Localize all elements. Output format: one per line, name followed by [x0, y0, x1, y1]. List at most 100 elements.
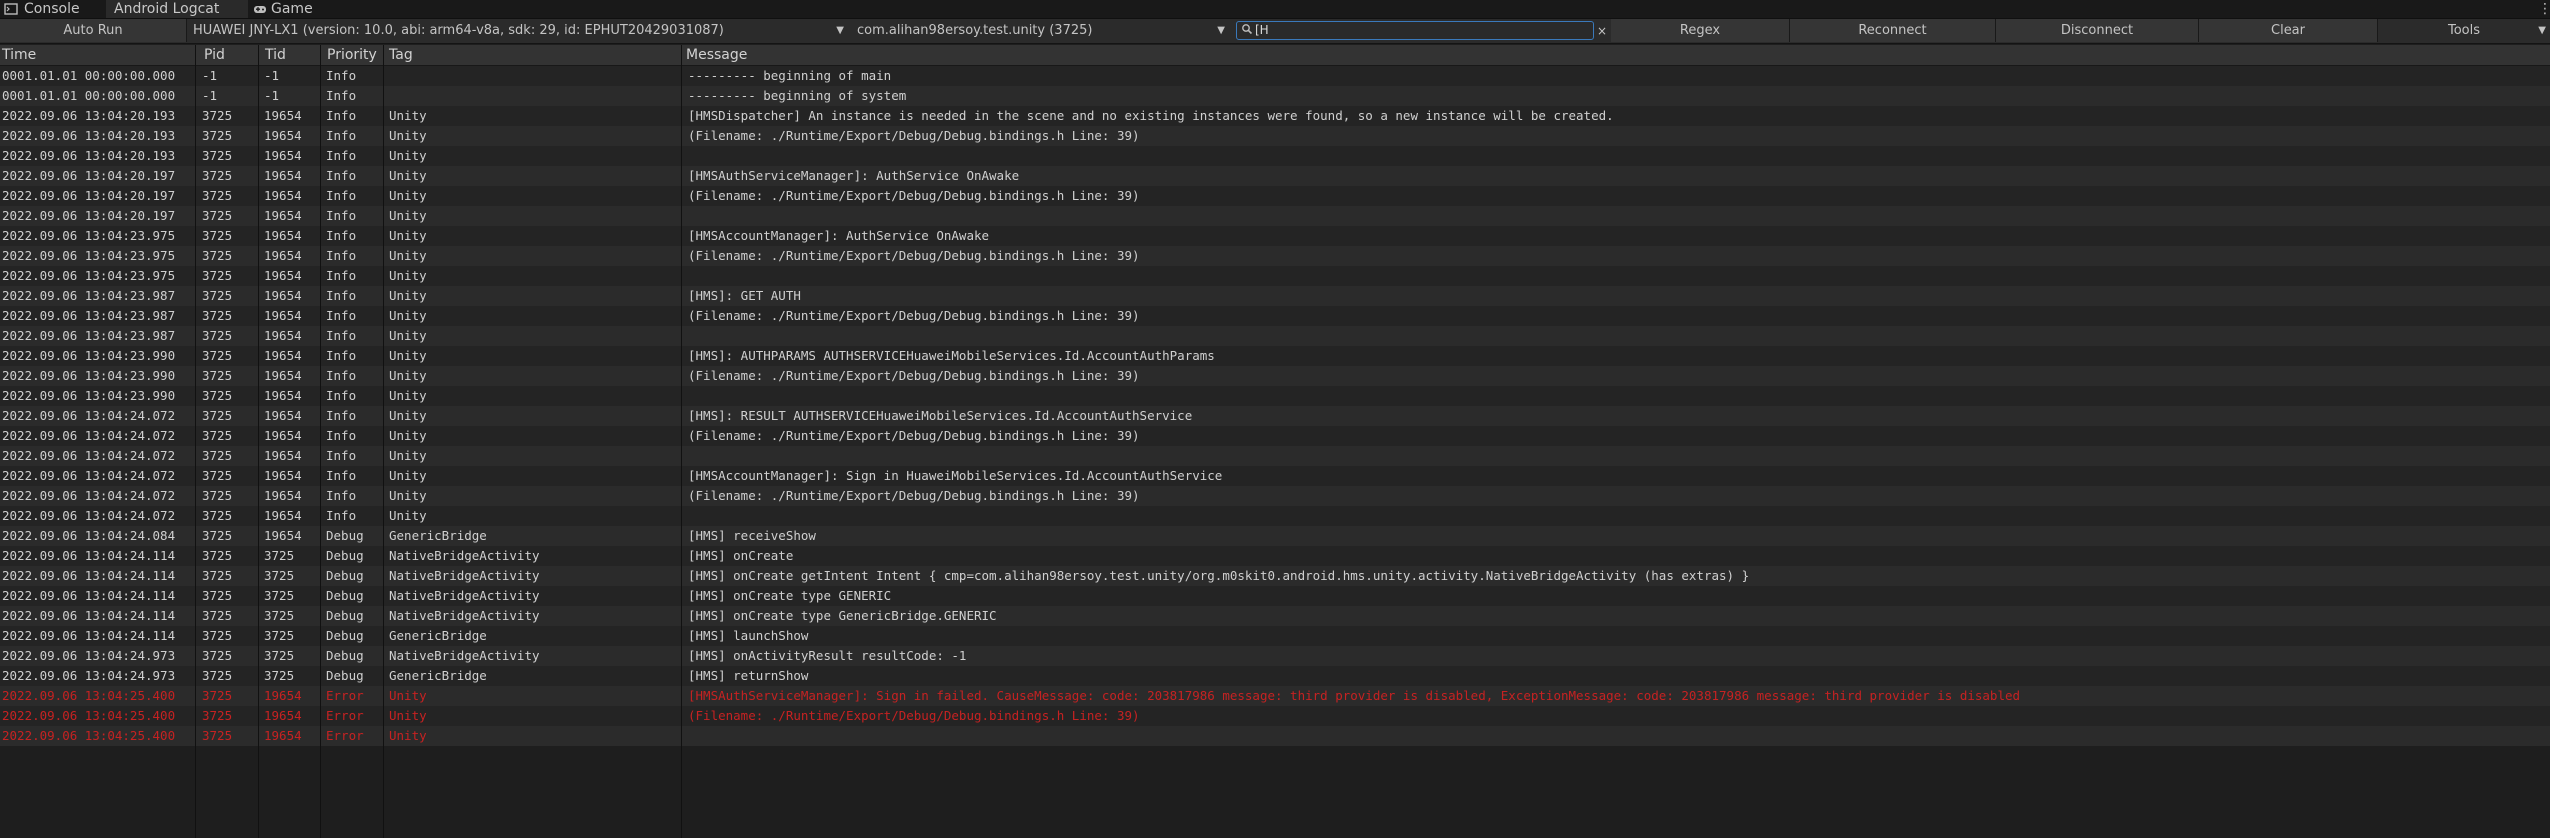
- log-cell-message: [HMS] launchShow: [688, 628, 809, 643]
- log-cell-tag: Unity: [389, 168, 427, 183]
- close-icon[interactable]: ×: [1594, 19, 1610, 43]
- log-cell-message: [HMS] onCreate: [688, 548, 794, 563]
- log-cell-tid: 19654: [264, 108, 302, 123]
- log-cell-time: 2022.09.06 13:04:20.197: [2, 188, 176, 203]
- console-icon: [4, 3, 18, 15]
- log-cell-tid: 19654: [264, 708, 302, 723]
- reconnect-button[interactable]: Reconnect: [1790, 19, 1996, 42]
- log-cell-time: 2022.09.06 13:04:24.072: [2, 488, 176, 503]
- log-cell-tid: 19654: [264, 688, 302, 703]
- column-header-tag[interactable]: Tag: [387, 45, 413, 65]
- column-header-pid[interactable]: Pid: [202, 45, 225, 65]
- log-cell-time: 2022.09.06 13:04:23.990: [2, 368, 176, 383]
- log-cell-pid: 3725: [202, 128, 233, 143]
- tab-game[interactable]: Game: [249, 0, 339, 18]
- log-cell-priority: Info: [326, 188, 357, 203]
- log-cell-tag: Unity: [389, 148, 427, 163]
- log-cell-time: 2022.09.06 13:04:23.990: [2, 388, 176, 403]
- log-cell-priority: Info: [326, 308, 357, 323]
- column-divider[interactable]: [258, 45, 259, 838]
- log-cell-pid: 3725: [202, 288, 233, 303]
- log-cell-tid: 3725: [264, 588, 295, 603]
- log-cell-tag: NativeBridgeActivity: [389, 568, 540, 583]
- log-cell-time: 2022.09.06 13:04:24.072: [2, 408, 176, 423]
- log-cell-tid: 3725: [264, 668, 295, 683]
- log-cell-tid: 19654: [264, 428, 302, 443]
- log-cell-tag: Unity: [389, 728, 427, 743]
- log-cell-priority: Info: [326, 128, 357, 143]
- auto-run-button[interactable]: Auto Run: [0, 19, 187, 42]
- log-cell-tid: 19654: [264, 408, 302, 423]
- log-cell-tag: Unity: [389, 248, 427, 263]
- log-cell-message: --------- beginning of main: [688, 68, 892, 83]
- log-cell-time: 2022.09.06 13:04:24.973: [2, 668, 176, 683]
- log-cell-pid: 3725: [202, 528, 233, 543]
- log-cell-pid: 3725: [202, 208, 233, 223]
- log-cell-time: 2022.09.06 13:04:24.114: [2, 568, 176, 583]
- log-cell-pid: 3725: [202, 168, 233, 183]
- log-cell-tid: 19654: [264, 148, 302, 163]
- column-divider[interactable]: [195, 45, 196, 838]
- column-divider[interactable]: [383, 45, 384, 838]
- column-header-priority[interactable]: Priority: [325, 45, 377, 65]
- log-cell-tid: 19654: [264, 308, 302, 323]
- disconnect-button[interactable]: Disconnect: [1996, 19, 2199, 42]
- log-cell-tid: 3725: [264, 548, 295, 563]
- log-cell-pid: 3725: [202, 448, 233, 463]
- tab-android-logcat[interactable]: Android Logcat: [106, 0, 248, 18]
- log-cell-time: 2022.09.06 13:04:25.400: [2, 688, 176, 703]
- log-cell-time: 2022.09.06 13:04:20.197: [2, 168, 176, 183]
- log-cell-time: 2022.09.06 13:04:24.072: [2, 448, 176, 463]
- log-cell-pid: 3725: [202, 368, 233, 383]
- log-cell-time: 2022.09.06 13:04:24.114: [2, 548, 176, 563]
- log-cell-message: (Filename: ./Runtime/Export/Debug/Debug.…: [688, 308, 1140, 323]
- log-cell-tag: Unity: [389, 228, 427, 243]
- search-input-value: [H: [1255, 23, 1269, 37]
- chevron-down-icon: ▼: [2538, 25, 2546, 36]
- log-cell-message: [HMS] onCreate type GenericBridge.GENERI…: [688, 608, 997, 623]
- log-cell-time: 2022.09.06 13:04:24.072: [2, 468, 176, 483]
- log-cell-message: (Filename: ./Runtime/Export/Debug/Debug.…: [688, 248, 1140, 263]
- regex-button[interactable]: Regex: [1611, 19, 1790, 42]
- log-cell-pid: 3725: [202, 648, 233, 663]
- log-cell-message: [HMS]: RESULT AUTHSERVICEHuaweiMobileSer…: [688, 408, 1193, 423]
- log-cell-message: (Filename: ./Runtime/Export/Debug/Debug.…: [688, 368, 1140, 383]
- log-cell-tid: 19654: [264, 208, 302, 223]
- log-cell-priority: Info: [326, 268, 357, 283]
- log-cell-pid: 3725: [202, 308, 233, 323]
- log-cell-message: (Filename: ./Runtime/Export/Debug/Debug.…: [688, 708, 1140, 723]
- column-header-message[interactable]: Message: [684, 45, 747, 65]
- more-options-icon[interactable]: ⋮: [2538, 0, 2550, 18]
- log-cell-time: 2022.09.06 13:04:23.987: [2, 308, 176, 323]
- log-cell-pid: 3725: [202, 468, 233, 483]
- log-cell-tid: 19654: [264, 488, 302, 503]
- tools-dropdown[interactable]: Tools ▼: [2378, 19, 2550, 42]
- log-cell-pid: -1: [202, 88, 218, 103]
- log-cell-priority: Debug: [326, 608, 364, 623]
- device-dropdown[interactable]: HUAWEI JNY-LX1 (version: 10.0, abi: arm6…: [187, 19, 850, 42]
- device-dropdown-value: HUAWEI JNY-LX1 (version: 10.0, abi: arm6…: [193, 23, 724, 38]
- log-cell-time: 2022.09.06 13:04:20.193: [2, 148, 176, 163]
- log-cell-priority: Info: [326, 408, 357, 423]
- package-dropdown-value: com.alihan98ersoy.test.unity (3725): [857, 23, 1093, 38]
- log-cell-time: 2022.09.06 13:04:24.114: [2, 588, 176, 603]
- clear-button[interactable]: Clear: [2199, 19, 2378, 42]
- log-cell-priority: Debug: [326, 668, 364, 683]
- log-cell-time: 2022.09.06 13:04:23.975: [2, 268, 176, 283]
- log-cell-message: [HMSDispatcher] An instance is needed in…: [688, 108, 1614, 123]
- column-divider[interactable]: [320, 45, 321, 838]
- log-cell-priority: Info: [326, 468, 357, 483]
- log-cell-pid: 3725: [202, 108, 233, 123]
- log-cell-priority: Info: [326, 388, 357, 403]
- log-cell-priority: Error: [326, 728, 364, 743]
- tab-console[interactable]: Console: [0, 0, 104, 18]
- log-cell-message: [HMS] onCreate getIntent Intent { cmp=co…: [688, 568, 1750, 583]
- column-header-time[interactable]: Time: [0, 45, 36, 65]
- search-input[interactable]: [H: [1236, 21, 1594, 40]
- column-header-tid[interactable]: Tid: [263, 45, 286, 65]
- log-cell-tid: 19654: [264, 528, 302, 543]
- column-divider[interactable]: [681, 45, 682, 838]
- package-dropdown[interactable]: com.alihan98ersoy.test.unity (3725) ▼: [851, 19, 1231, 42]
- log-cell-time: 2022.09.06 13:04:24.084: [2, 528, 176, 543]
- log-cell-priority: Info: [326, 88, 357, 103]
